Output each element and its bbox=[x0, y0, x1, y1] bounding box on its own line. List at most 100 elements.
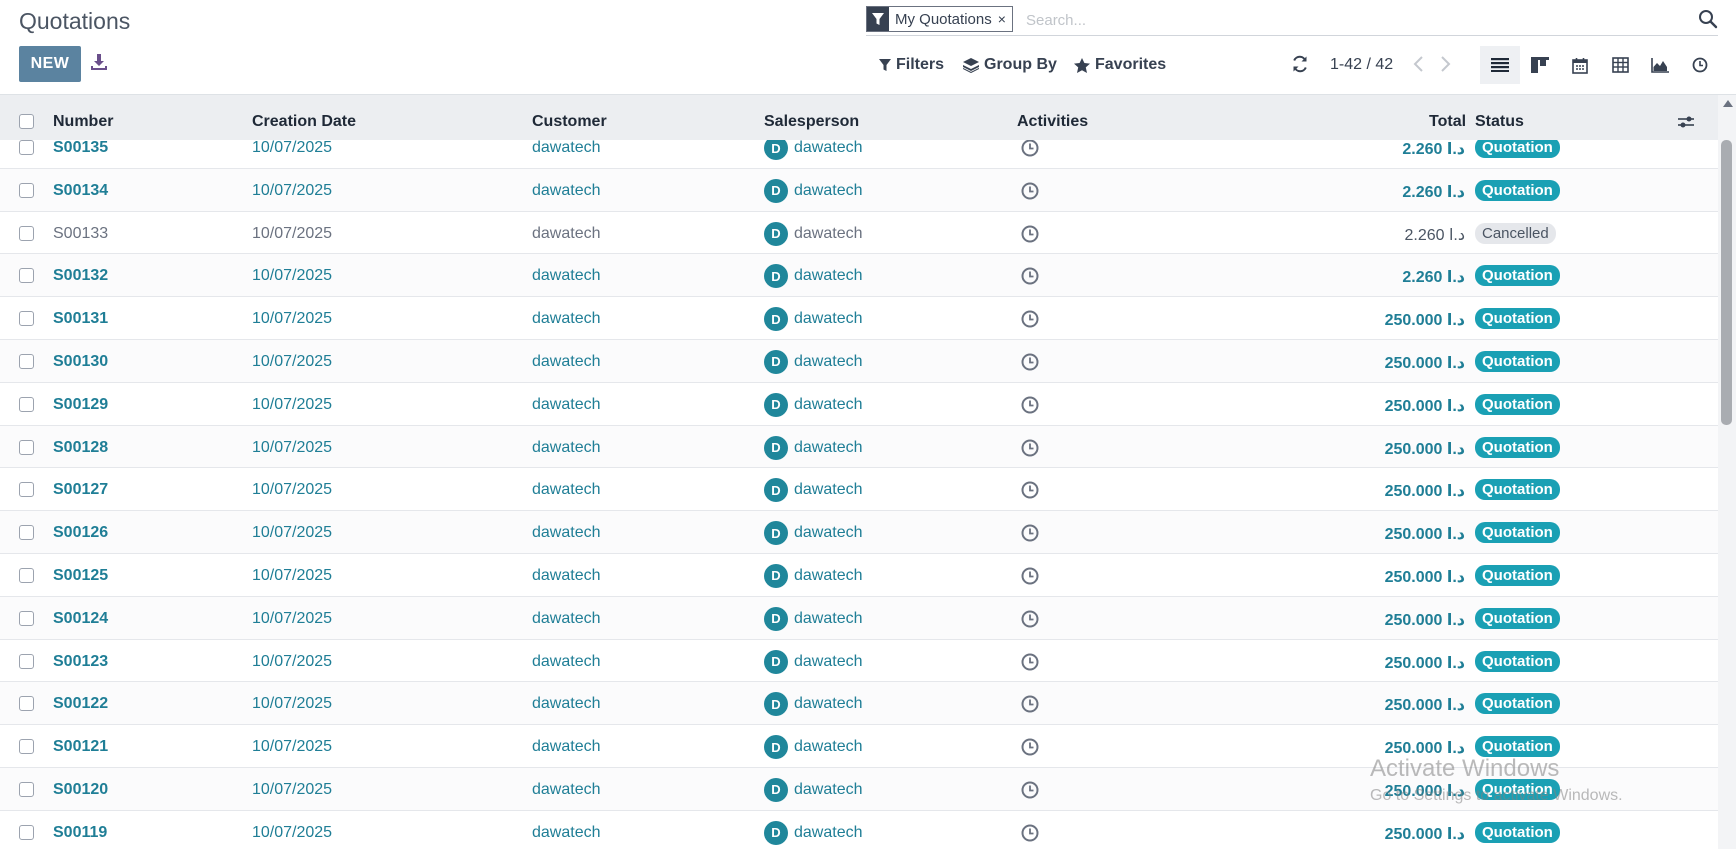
salesperson[interactable]: D dawatech bbox=[764, 777, 863, 802]
select-all-checkbox[interactable] bbox=[19, 114, 34, 129]
quotation-number[interactable]: S00121 bbox=[53, 738, 108, 756]
customer-name[interactable]: dawatech bbox=[532, 439, 601, 457]
salesperson[interactable]: D dawatech bbox=[764, 521, 863, 546]
row-checkbox[interactable] bbox=[19, 567, 34, 583]
row-checkbox[interactable] bbox=[19, 140, 34, 155]
customer-name[interactable]: dawatech bbox=[532, 738, 601, 756]
table-row[interactable]: S00119 10/07/2025 dawatech D dawatech 25… bbox=[0, 810, 1718, 849]
activity-view-button[interactable] bbox=[1680, 46, 1720, 84]
salesperson[interactable]: D dawatech bbox=[764, 435, 863, 460]
quotation-number[interactable]: S00129 bbox=[53, 396, 108, 414]
table-row[interactable]: S00129 10/07/2025 dawatech D dawatech 25… bbox=[0, 382, 1718, 426]
pager-value[interactable]: 1-42 / 42 bbox=[1330, 56, 1393, 74]
quotation-number[interactable]: S00124 bbox=[53, 610, 108, 628]
salesperson[interactable]: D dawatech bbox=[764, 606, 863, 631]
customer-name[interactable]: dawatech bbox=[532, 695, 601, 713]
customer-name[interactable]: dawatech bbox=[532, 267, 601, 285]
column-creation-date[interactable]: Creation Date bbox=[252, 113, 356, 131]
table-row[interactable]: S00132 10/07/2025 dawatech D dawatech 2.… bbox=[0, 254, 1718, 298]
quotation-number[interactable]: S00128 bbox=[53, 439, 108, 457]
search-icon[interactable] bbox=[1698, 8, 1718, 30]
row-checkbox[interactable] bbox=[19, 439, 34, 455]
clock-icon[interactable] bbox=[1020, 694, 1040, 714]
chevron-right-icon[interactable] bbox=[1436, 54, 1454, 74]
row-checkbox[interactable] bbox=[19, 482, 34, 498]
table-row[interactable]: S00127 10/07/2025 dawatech D dawatech 25… bbox=[0, 468, 1718, 512]
customer-name[interactable]: dawatech bbox=[532, 353, 601, 371]
column-customer[interactable]: Customer bbox=[532, 113, 607, 131]
chevron-left-icon[interactable] bbox=[1410, 54, 1428, 74]
quotation-number[interactable]: S00126 bbox=[53, 524, 108, 542]
clock-icon[interactable] bbox=[1020, 395, 1040, 415]
customer-name[interactable]: dawatech bbox=[532, 140, 601, 157]
filters-toggle[interactable]: Filters bbox=[879, 56, 944, 74]
table-row[interactable]: S00123 10/07/2025 dawatech D dawatech 25… bbox=[0, 639, 1718, 683]
clock-icon[interactable] bbox=[1020, 352, 1040, 372]
table-row[interactable]: S00120 10/07/2025 dawatech D dawatech 25… bbox=[0, 767, 1718, 811]
quotation-number[interactable]: S00122 bbox=[53, 695, 108, 713]
table-row[interactable]: S00125 10/07/2025 dawatech D dawatech 25… bbox=[0, 553, 1718, 597]
quotation-number[interactable]: S00127 bbox=[53, 481, 108, 499]
customer-name[interactable]: dawatech bbox=[532, 567, 601, 585]
row-checkbox[interactable] bbox=[19, 525, 34, 541]
table-row[interactable]: S00122 10/07/2025 dawatech D dawatech 25… bbox=[0, 682, 1718, 726]
clock-icon[interactable] bbox=[1020, 224, 1040, 244]
salesperson[interactable]: D dawatech bbox=[764, 820, 863, 845]
quotation-number[interactable]: S00135 bbox=[53, 140, 108, 157]
customer-name[interactable]: dawatech bbox=[532, 481, 601, 499]
quotation-number[interactable]: S00132 bbox=[53, 267, 108, 285]
customer-name[interactable]: dawatech bbox=[532, 182, 601, 200]
clock-icon[interactable] bbox=[1020, 652, 1040, 672]
salesperson[interactable]: D dawatech bbox=[764, 478, 863, 503]
table-row[interactable]: S00128 10/07/2025 dawatech D dawatech 25… bbox=[0, 425, 1718, 469]
row-checkbox[interactable] bbox=[19, 268, 34, 284]
customer-name[interactable]: dawatech bbox=[532, 653, 601, 671]
group-by-toggle[interactable]: Group By bbox=[963, 56, 1057, 74]
column-activities[interactable]: Activities bbox=[1017, 113, 1088, 131]
customer-name[interactable]: dawatech bbox=[532, 310, 601, 328]
row-checkbox[interactable] bbox=[19, 182, 34, 198]
salesperson[interactable]: D dawatech bbox=[764, 178, 863, 203]
quotation-number[interactable]: S00119 bbox=[53, 824, 107, 842]
customer-name[interactable]: dawatech bbox=[532, 396, 601, 414]
table-row[interactable]: S00130 10/07/2025 dawatech D dawatech 25… bbox=[0, 339, 1718, 383]
column-number[interactable]: Number bbox=[53, 113, 113, 131]
table-row[interactable]: S00124 10/07/2025 dawatech D dawatech 25… bbox=[0, 596, 1718, 640]
list-view-button[interactable] bbox=[1480, 46, 1520, 84]
new-button[interactable]: NEW bbox=[19, 46, 81, 82]
column-salesperson[interactable]: Salesperson bbox=[764, 113, 859, 131]
clock-icon[interactable] bbox=[1020, 140, 1040, 158]
customer-name[interactable]: dawatech bbox=[532, 781, 601, 799]
row-checkbox[interactable] bbox=[19, 653, 34, 669]
quotation-number[interactable]: S00120 bbox=[53, 781, 108, 799]
clock-icon[interactable] bbox=[1020, 309, 1040, 329]
salesperson[interactable]: D dawatech bbox=[764, 264, 863, 289]
row-checkbox[interactable] bbox=[19, 396, 34, 412]
salesperson[interactable]: D dawatech bbox=[764, 221, 863, 246]
clock-icon[interactable] bbox=[1020, 566, 1040, 586]
quotation-number[interactable]: S00133 bbox=[53, 225, 108, 243]
clock-icon[interactable] bbox=[1020, 438, 1040, 458]
customer-name[interactable]: dawatech bbox=[532, 610, 601, 628]
facet-remove-icon[interactable]: × bbox=[997, 7, 1012, 31]
customer-name[interactable]: dawatech bbox=[532, 824, 601, 842]
clock-icon[interactable] bbox=[1020, 609, 1040, 629]
table-row[interactable]: S00126 10/07/2025 dawatech D dawatech 25… bbox=[0, 511, 1718, 554]
row-checkbox[interactable] bbox=[19, 824, 34, 840]
salesperson[interactable]: D dawatech bbox=[764, 563, 863, 588]
salesperson[interactable]: D dawatech bbox=[764, 392, 863, 417]
row-checkbox[interactable] bbox=[19, 225, 34, 241]
column-status[interactable]: Status bbox=[1475, 113, 1524, 131]
salesperson[interactable]: D dawatech bbox=[764, 649, 863, 674]
row-checkbox[interactable] bbox=[19, 696, 34, 712]
column-total[interactable]: Total bbox=[1429, 113, 1466, 131]
row-checkbox[interactable] bbox=[19, 353, 34, 369]
customer-name[interactable]: dawatech bbox=[532, 225, 601, 243]
row-checkbox[interactable] bbox=[19, 311, 34, 327]
table-row[interactable]: S00133 10/07/2025 dawatech D dawatech 2.… bbox=[0, 211, 1718, 255]
customer-name[interactable]: dawatech bbox=[532, 524, 601, 542]
table-row[interactable]: S00131 10/07/2025 dawatech D dawatech 25… bbox=[0, 297, 1718, 340]
salesperson[interactable]: D dawatech bbox=[764, 140, 863, 160]
salesperson[interactable]: D dawatech bbox=[764, 307, 863, 332]
table-row[interactable]: S00135 10/07/2025 dawatech D dawatech 2.… bbox=[0, 140, 1718, 169]
